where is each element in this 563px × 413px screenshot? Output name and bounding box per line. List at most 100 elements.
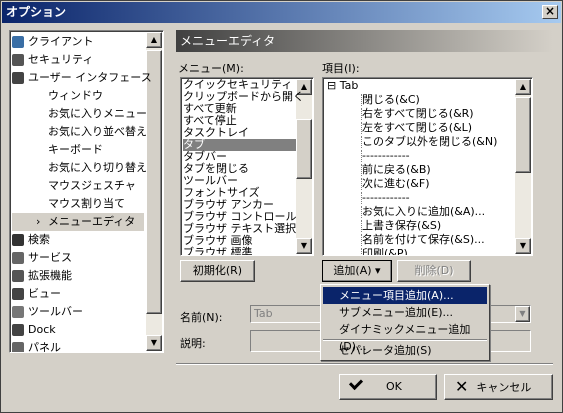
tree-item[interactable]: 検索 [12, 231, 50, 249]
cancel-button[interactable]: ✕ キャンセル [444, 374, 553, 400]
tree-item-label: ウィンドウ [48, 89, 103, 102]
view-icon [12, 288, 24, 300]
dropdown-menu-item[interactable]: メニュー項目追加(A)... [323, 287, 487, 304]
category-tree[interactable]: ▲ ▼ クライアント セキュリティユーザー インタフェースウィンドウお気に入りメニ… [9, 30, 164, 353]
dropdown-menu-item[interactable]: ダイナミックメニュー追加(D)... [323, 321, 487, 353]
items-tree-item[interactable]: 左をすべて閉じる(&L) [361, 122, 472, 134]
desc-label: 説明: [180, 337, 206, 350]
delete-button[interactable]: 削除(D) [397, 260, 471, 282]
scroll-down-button[interactable]: ▼ [515, 238, 531, 254]
scroll-down-button[interactable]: ▼ [146, 335, 162, 351]
tree-item-label: 検索 [28, 233, 50, 246]
items-tree-item[interactable]: ------------ [361, 150, 410, 162]
tree-item[interactable]: パネル [12, 339, 61, 353]
tree-item[interactable]: 拡張機能 [12, 267, 72, 285]
tree-item[interactable]: お気に入り切り替え [48, 159, 147, 177]
items-tree-item[interactable]: お気に入りに追加(&A)... [361, 206, 485, 218]
ok-label: OK [386, 380, 402, 393]
options-dialog: オプション × ▲ ▼ クライアント セキュリティユーザー インタフェースウィンド… [0, 0, 563, 413]
ok-button[interactable]: OK [339, 374, 437, 400]
tree-item-label: ビュー [28, 287, 61, 300]
tree-item[interactable]: ツールバー [12, 303, 83, 321]
chevron-down-icon: ▾ [375, 264, 381, 277]
check-icon [348, 375, 364, 391]
init-button[interactable]: 初期化(R) [180, 260, 255, 282]
tree-item[interactable]: ユーザー インタフェース [12, 69, 152, 87]
tree-item[interactable]: マウス割り当て [48, 195, 125, 213]
dropdown-menu-item[interactable]: サブメニュー追加(E)... [323, 304, 487, 321]
title-bar: オプション × [2, 2, 561, 23]
scroll-thumb[interactable] [146, 50, 162, 314]
tree-item-label: キーボード [48, 143, 103, 156]
menu-separator [323, 339, 487, 341]
add-button-label: 追加(A) [333, 264, 372, 277]
items-tree-root[interactable]: ⊟ Tab [327, 80, 358, 92]
menu-list-item[interactable]: ブラウザ 標準 [183, 247, 253, 256]
tree-item[interactable]: お気に入りメニュー [48, 105, 147, 123]
tree-item[interactable]: キーボード [48, 141, 103, 159]
items-tree-item[interactable]: 閉じる(&C) [361, 94, 420, 106]
tree-item-label: Dock [28, 323, 56, 336]
menu-list-label: メニュー(M): [178, 62, 244, 75]
tree-item[interactable]: ビュー [12, 285, 61, 303]
tree-item[interactable]: マウスジェスチャ [48, 177, 136, 195]
tree-item-label: お気に入りメニュー [48, 107, 147, 120]
items-tree-item[interactable]: ------------ [361, 192, 410, 204]
tree-item-label: マウス割り当て [48, 197, 125, 210]
tree-item-label: ユーザー インタフェース [28, 71, 152, 84]
scroll-up-button[interactable]: ▲ [146, 32, 162, 48]
tree-item[interactable]: セキュリティ [12, 51, 93, 69]
tree-item[interactable]: サービス [12, 249, 72, 267]
tree-item-label: お気に入り並べ替え [48, 125, 147, 138]
add-button[interactable]: 追加(A) ▾ [322, 260, 392, 282]
tree-item[interactable]: › メニューエディタ [12, 213, 144, 231]
panel-header: メニューエディタ [176, 30, 553, 52]
toolbar-icon [12, 306, 24, 318]
items-tree[interactable]: ▲ ▼ ⊟ Tab 閉じる(&C) 右をすべて閉じる(&R) 左をすべて閉じる(&L)… [322, 77, 533, 256]
tree-item-label: お気に入り切り替え [48, 161, 147, 174]
items-tree-item[interactable]: 上書き保存(&S) [361, 220, 441, 232]
tree-item[interactable]: クライアント [12, 33, 94, 51]
x-icon: ✕ [455, 377, 469, 396]
search-icon [12, 234, 24, 246]
tree-item-label: パネル [28, 341, 61, 353]
items-tree-scrollbar[interactable]: ▲ ▼ [515, 79, 531, 254]
tree-item-label: サービス [28, 251, 72, 264]
user-icon [12, 72, 24, 84]
tree-item[interactable]: Dock [12, 321, 56, 339]
tree-item-label: マウスジェスチャ [48, 179, 136, 192]
divider [176, 363, 553, 365]
tree-item-label: クライアント [28, 35, 94, 48]
tree-item-label: 拡張機能 [28, 269, 72, 282]
collapse-icon[interactable]: ⊟ [327, 79, 340, 92]
tree-item-label: ツールバー [28, 305, 83, 318]
tree-item[interactable]: ウィンドウ [48, 87, 103, 105]
extension-icon [12, 270, 24, 282]
name-label: 名前(N): [180, 311, 223, 324]
scroll-up-button[interactable]: ▲ [515, 79, 531, 95]
panel-icon [12, 342, 24, 352]
items-tree-item[interactable]: 名前を付けて保存(&S)... [361, 234, 485, 246]
items-tree-item[interactable]: 前に戻る(&B) [361, 164, 431, 176]
name-dropdown-button[interactable]: ▼ [515, 306, 530, 322]
tree-item[interactable]: お気に入り並べ替え [48, 123, 147, 141]
items-tree-label: 項目(I): [322, 62, 360, 75]
menu-list-scrollbar[interactable]: ▲ ▼ [296, 79, 312, 254]
scroll-down-button[interactable]: ▼ [296, 238, 312, 254]
shield-icon [12, 54, 24, 66]
scroll-thumb[interactable] [296, 119, 312, 179]
tree-item-label: セキュリティ [28, 53, 94, 66]
service-icon [12, 252, 24, 264]
items-tree-item[interactable]: このタブ以外を閉じる(&N) [361, 136, 497, 148]
window-title: オプション [6, 5, 67, 19]
items-tree-root-label: Tab [339, 79, 359, 92]
arrow-icon: › [36, 215, 41, 228]
close-button[interactable]: × [542, 5, 558, 19]
items-tree-item[interactable]: 印刷(&P) [361, 248, 408, 255]
scroll-thumb[interactable] [515, 97, 531, 173]
client-icon [12, 36, 24, 48]
items-tree-item[interactable]: 右をすべて閉じる(&R) [361, 108, 474, 120]
menu-list[interactable]: ▲ ▼ クイックセキュリティ クリップボードから開く すべて更新 すべて停止 タスクトレ… [180, 77, 314, 256]
items-tree-item[interactable]: 次に進む(&F) [361, 178, 430, 190]
dropdown-menu-item[interactable]: セパレータ追加(S) [323, 342, 487, 359]
